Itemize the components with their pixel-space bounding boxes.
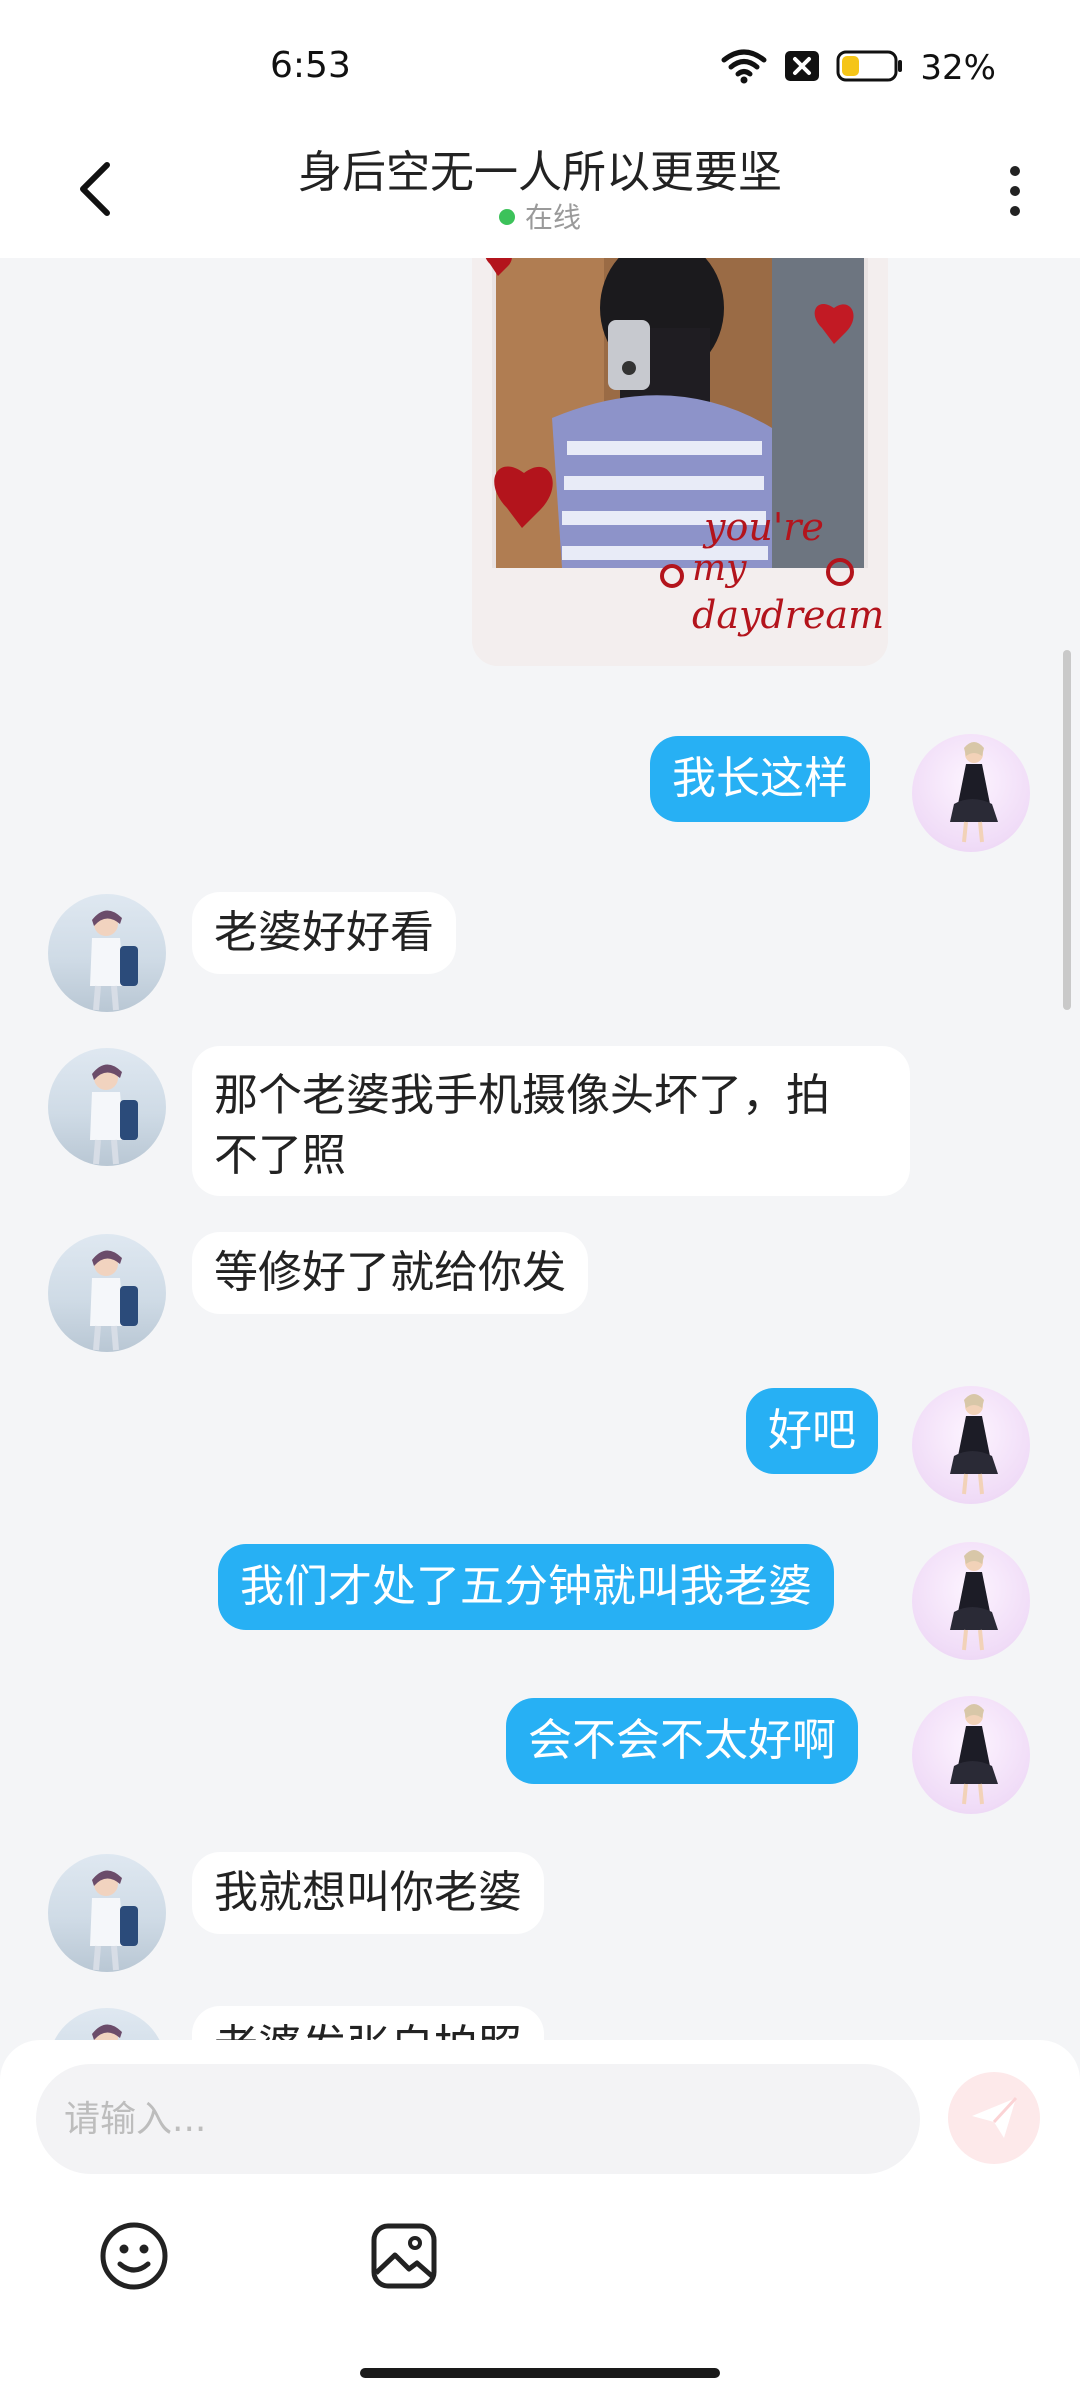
contact-avatar[interactable] <box>48 1854 166 1972</box>
image-icon <box>371 2223 437 2289</box>
chat-header: 身后空无一人所以更要坚 在线 <box>0 130 1080 258</box>
girl-avatar-icon <box>950 1394 998 1495</box>
boy-avatar-icon <box>90 1250 138 1351</box>
incoming-message[interactable]: 等修好了就给你发 <box>192 1232 588 1314</box>
online-status-label: 在线 <box>524 201 581 234</box>
message-list[interactable]: you're my daydream 我长这样 老婆好好看 那个老婆我手机摄像头… <box>0 258 1080 2040</box>
chevron-left-icon <box>80 162 110 216</box>
sim-disabled-icon <box>784 50 820 86</box>
chat-screen: 6:53 32% 身后空无一人所以更要坚 在线 you're my daydre… <box>0 0 1080 2400</box>
contact-name: 身后空无一人所以更要坚 <box>298 147 782 198</box>
more-options-button[interactable] <box>990 156 1040 226</box>
message-input[interactable] <box>36 2064 920 2174</box>
contact-avatar[interactable] <box>48 1048 166 1166</box>
photo-caption-line2: my <box>692 548 747 589</box>
input-panel <box>0 2040 1080 2400</box>
girl-avatar-icon <box>950 1550 998 1651</box>
incoming-message[interactable]: 那个老婆我手机摄像头坏了，拍 不了照 <box>192 1046 910 1196</box>
outgoing-message[interactable]: 好吧 <box>746 1388 878 1474</box>
my-avatar[interactable] <box>912 1696 1030 1814</box>
more-dot <box>1010 186 1020 196</box>
send-button[interactable] <box>948 2072 1040 2164</box>
photo-caption-line1: you're <box>702 505 824 549</box>
battery-percentage: 32% <box>920 48 996 88</box>
outgoing-message[interactable]: 我们才处了五分钟就叫我老婆 <box>218 1544 834 1630</box>
more-dot <box>1010 206 1020 216</box>
boy-avatar-icon <box>90 910 138 1011</box>
boy-avatar-icon <box>90 1870 138 1971</box>
online-status: 在线 <box>200 196 880 236</box>
paper-plane-icon <box>972 2096 1018 2138</box>
girl-avatar-icon <box>950 1704 998 1805</box>
image-picker-button[interactable] <box>364 2216 444 2296</box>
scrollbar[interactable] <box>1063 650 1071 1010</box>
status-time: 6:53 <box>270 45 351 86</box>
boy-avatar-icon <box>90 1064 138 1165</box>
contact-avatar[interactable] <box>48 2008 166 2040</box>
status-bar: 6:53 32% <box>0 0 1080 130</box>
selfie-photo: you're my daydream <box>472 258 888 666</box>
my-avatar[interactable] <box>912 1386 1030 1504</box>
contact-avatar[interactable] <box>48 894 166 1012</box>
smiley-icon <box>100 2222 168 2290</box>
boy-avatar-icon <box>92 2024 122 2040</box>
emoji-button[interactable] <box>94 2216 174 2296</box>
photo-caption-line3: daydream <box>692 593 884 637</box>
status-icons: 32% <box>720 48 996 88</box>
incoming-message[interactable]: 我就想叫你老婆 <box>192 1852 544 1934</box>
outgoing-message[interactable]: 会不会不太好啊 <box>506 1698 858 1784</box>
incoming-message[interactable]: 老婆好好看 <box>192 892 456 974</box>
contact-avatar[interactable] <box>48 1234 166 1352</box>
girl-avatar-icon <box>950 742 998 843</box>
my-avatar[interactable] <box>912 734 1030 852</box>
online-dot-icon <box>498 209 515 225</box>
battery-icon <box>836 49 904 87</box>
outgoing-message[interactable]: 我长这样 <box>650 736 870 822</box>
wifi-icon <box>720 48 768 88</box>
my-avatar[interactable] <box>912 1542 1030 1660</box>
sent-photo-message[interactable]: you're my daydream <box>472 258 888 666</box>
back-button[interactable] <box>60 154 130 224</box>
incoming-message[interactable]: 老婆发张自拍照 <box>192 2006 544 2040</box>
more-vertical-icon <box>1010 166 1020 176</box>
home-indicator[interactable] <box>360 2368 720 2378</box>
